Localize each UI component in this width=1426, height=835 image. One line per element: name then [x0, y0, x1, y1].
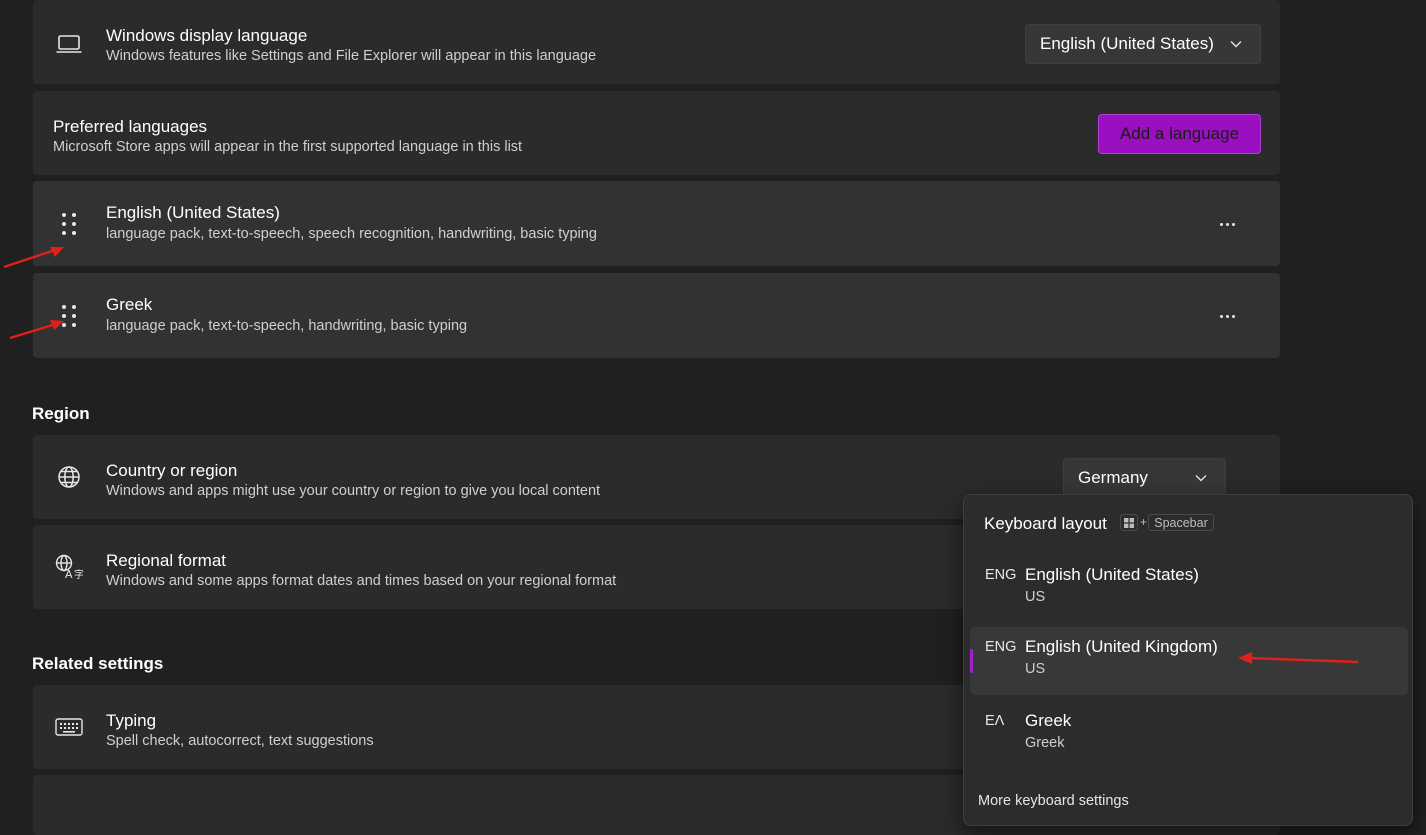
drag-handle-icon[interactable]	[55, 302, 83, 330]
preferred-languages-card: Preferred languages Microsoft Store apps…	[33, 91, 1280, 175]
layout-abbr: ENG	[985, 567, 1017, 583]
layout-abbr: ENG	[985, 639, 1017, 655]
layout-variant: US	[1025, 661, 1046, 677]
layout-name: Greek	[1025, 711, 1072, 730]
shortcut-plus: +	[1140, 515, 1148, 529]
country-region-description: Windows and apps might use your country …	[106, 483, 601, 499]
flyout-title: Keyboard layout	[984, 514, 1107, 533]
windows-key-icon	[1120, 514, 1138, 531]
svg-text:字: 字	[74, 568, 83, 580]
preferred-languages-title: Preferred languages	[53, 117, 208, 136]
globe-icon	[55, 463, 83, 491]
layout-name: English (United Kingdom)	[1025, 637, 1218, 656]
chevron-down-icon	[1195, 467, 1207, 487]
layout-abbr: ΕΛ	[985, 713, 1005, 729]
layout-item-greek[interactable]: ΕΛ Greek Greek	[970, 701, 1408, 769]
preferred-languages-description: Microsoft Store apps will appear in the …	[53, 139, 523, 155]
regional-format-description: Windows and some apps format dates and t…	[106, 573, 617, 589]
country-dropdown[interactable]: Germany	[1063, 458, 1226, 498]
related-settings-heading: Related settings	[32, 654, 164, 673]
layout-variant: US	[1025, 589, 1046, 605]
display-language-title: Windows display language	[106, 26, 308, 45]
display-language-card: Windows display language Windows feature…	[33, 0, 1280, 84]
language-name: Greek	[106, 295, 153, 314]
layout-item-english-uk[interactable]: ENG English (United Kingdom) US	[970, 627, 1408, 695]
language-item-english[interactable]: English (United States) language pack, t…	[33, 181, 1280, 266]
spacebar-key: Spacebar	[1148, 514, 1214, 531]
language-name: English (United States)	[106, 203, 280, 222]
keyboard-layout-flyout: Keyboard layout + Spacebar ENG English (…	[963, 494, 1413, 826]
selection-indicator	[970, 649, 973, 673]
language-features: language pack, text-to-speech, handwriti…	[106, 318, 468, 334]
display-language-description: Windows features like Settings and File …	[106, 48, 597, 64]
add-language-button[interactable]: Add a language	[1098, 114, 1261, 154]
country-selected: Germany	[1078, 468, 1148, 487]
more-options-icon[interactable]	[1212, 214, 1242, 234]
typing-description: Spell check, autocorrect, text suggestio…	[106, 733, 374, 749]
typing-title: Typing	[106, 711, 157, 730]
display-language-selected: English (United States)	[1040, 34, 1214, 53]
laptop-icon	[55, 30, 83, 58]
chevron-down-icon	[1230, 33, 1242, 53]
language-format-icon: A字	[55, 553, 83, 581]
language-item-greek[interactable]: Greek language pack, text-to-speech, han…	[33, 273, 1280, 358]
more-options-icon[interactable]	[1212, 306, 1242, 326]
svg-text:A: A	[65, 568, 73, 580]
drag-handle-icon[interactable]	[55, 210, 83, 238]
region-heading: Region	[32, 404, 90, 423]
layout-item-english-us[interactable]: ENG English (United States) US	[970, 555, 1408, 623]
layout-name: English (United States)	[1025, 565, 1199, 584]
language-features: language pack, text-to-speech, speech re…	[106, 226, 597, 242]
layout-variant: Greek	[1025, 735, 1065, 751]
regional-format-title: Regional format	[106, 551, 227, 570]
keyboard-icon	[55, 713, 83, 741]
country-region-title: Country or region	[106, 461, 238, 480]
display-language-dropdown[interactable]: English (United States)	[1025, 24, 1261, 64]
